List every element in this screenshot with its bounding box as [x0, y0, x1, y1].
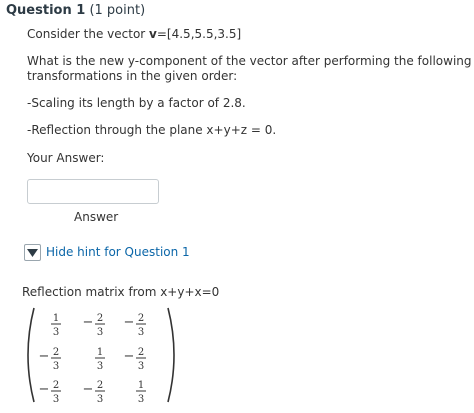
- prompt-line-2: transformations in the given order:: [27, 69, 238, 83]
- matrix-cell: 13: [95, 347, 105, 372]
- fraction-denominator: 3: [138, 327, 144, 338]
- hint-toggle-button[interactable]: [24, 244, 41, 261]
- fraction-numerator: 2: [97, 313, 103, 324]
- transformation-step-1: -Scaling its length by a factor of 2.8.: [27, 96, 246, 110]
- your-answer-label: Your Answer:: [27, 151, 105, 165]
- minus-sign: −: [124, 315, 135, 330]
- question-heading: Question 1 (1 point): [6, 3, 145, 18]
- reflection-matrix: 13− 23− 23− 2313− 23− 23− 2313: [27, 307, 175, 405]
- answer-caption: Answer: [74, 210, 119, 224]
- fraction-denominator: 3: [53, 327, 59, 338]
- fraction-numerator: 2: [97, 380, 103, 391]
- minus-sign: −: [83, 382, 94, 397]
- vector-statement-prefix: Consider the vector: [27, 27, 150, 41]
- matrix-cell: −2 3: [124, 313, 146, 338]
- fraction-denominator: 3: [97, 394, 103, 405]
- vector-statement: Consider the vector v=[4.5,5.5,3.5]: [27, 27, 241, 41]
- hide-hint-link[interactable]: Hide hint for Question 1: [46, 245, 190, 259]
- answer-input[interactable]: [27, 179, 159, 204]
- minus-sign: −: [39, 382, 50, 397]
- minus-sign: −: [39, 349, 50, 364]
- left-bracket: [27, 307, 35, 403]
- fraction-numerator: 1: [53, 313, 59, 324]
- triangle-down-icon: [27, 248, 38, 257]
- fraction-denominator: 3: [97, 327, 103, 338]
- transformation-step-2: -Reflection through the plane x+y+z = 0.: [27, 123, 277, 137]
- matrix-title: Reflection matrix from x+y+x=0: [22, 285, 220, 299]
- fraction-numerator: 2: [138, 347, 144, 358]
- matrix-cell: 13: [51, 313, 61, 338]
- fraction-denominator: 3: [53, 361, 59, 372]
- fraction-numerator: 1: [138, 380, 144, 391]
- right-bracket: [167, 307, 175, 403]
- fraction-numerator: 2: [138, 313, 144, 324]
- matrix-cell: −2 3: [83, 380, 105, 405]
- minus-sign: −: [83, 315, 94, 330]
- matrix-cell: −2 3: [39, 380, 61, 405]
- minus-sign: −: [124, 349, 135, 364]
- fraction-denominator: 3: [138, 394, 144, 405]
- fraction-numerator: 2: [53, 347, 59, 358]
- fraction-numerator: 2: [53, 380, 59, 391]
- fraction-numerator: 1: [97, 347, 103, 358]
- question-title: Question 1: [6, 3, 86, 18]
- vector-symbol: v: [149, 27, 157, 41]
- question-points: (1 point): [89, 3, 146, 18]
- fraction-denominator: 3: [53, 394, 59, 405]
- matrix-cell: 13: [136, 380, 146, 405]
- prompt-line-1: What is the new y-component of the vecto…: [27, 54, 472, 68]
- vector-values: =[4.5,5.5,3.5]: [156, 27, 242, 41]
- fraction-denominator: 3: [138, 361, 144, 372]
- matrix-cell: −2 3: [124, 347, 146, 372]
- matrix-cell: −2 3: [39, 347, 61, 372]
- matrix-cell: −2 3: [83, 313, 105, 338]
- fraction-denominator: 3: [97, 361, 103, 372]
